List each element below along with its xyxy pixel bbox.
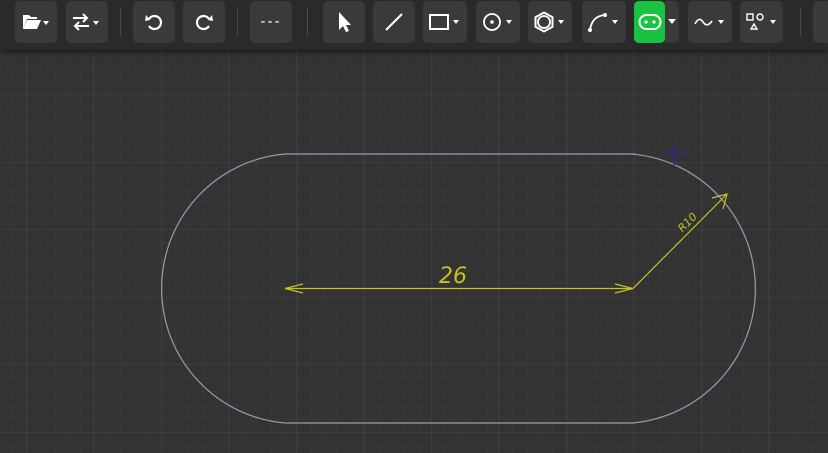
chevron-down-icon xyxy=(668,19,676,24)
select-tool-button[interactable] xyxy=(323,1,365,43)
line-icon xyxy=(385,13,403,31)
undo-icon xyxy=(145,14,163,31)
pointer-icon xyxy=(339,12,351,32)
redo-icon xyxy=(195,14,213,31)
overflow-tool-button[interactable] xyxy=(813,1,828,43)
slot-tool-dropdown[interactable] xyxy=(665,1,679,43)
toolbar: --- xyxy=(0,0,828,50)
line-style-button[interactable]: --- xyxy=(250,1,292,43)
toolbar-separator xyxy=(800,8,801,36)
open-file-button[interactable] xyxy=(15,1,57,43)
toolbar-separator xyxy=(120,8,121,36)
toolbar-separator xyxy=(307,8,308,36)
shapes-tool-button[interactable] xyxy=(740,1,783,43)
arc-icon xyxy=(588,13,618,32)
folder-open-icon xyxy=(23,15,49,29)
wave-icon xyxy=(694,18,724,26)
length-dimension-label: 26 xyxy=(439,264,467,289)
rectangle-icon xyxy=(429,14,459,30)
import-export-button[interactable] xyxy=(66,1,108,43)
shapes-icon xyxy=(745,13,776,30)
polygon-icon xyxy=(534,11,564,33)
line-tool-button[interactable] xyxy=(373,1,415,43)
cad-app: 26 R10 --- xyxy=(0,0,828,453)
rectangle-tool-button[interactable] xyxy=(423,1,467,43)
circle-icon xyxy=(483,13,512,31)
line-style-label: --- xyxy=(260,14,282,30)
redo-button[interactable] xyxy=(183,1,225,43)
grid-major xyxy=(0,0,828,453)
polygon-tool-button[interactable] xyxy=(528,1,572,43)
swap-arrows-icon xyxy=(73,13,99,31)
slot-icon xyxy=(638,14,661,30)
spline-tool-button[interactable] xyxy=(688,1,732,43)
slot-tool-button[interactable] xyxy=(634,1,665,43)
circle-tool-button[interactable] xyxy=(476,1,520,43)
undo-button[interactable] xyxy=(133,1,175,43)
toolbar-separator xyxy=(237,8,238,36)
arc-tool-button[interactable] xyxy=(582,1,626,43)
drawing-canvas[interactable]: 26 R10 xyxy=(0,0,828,453)
